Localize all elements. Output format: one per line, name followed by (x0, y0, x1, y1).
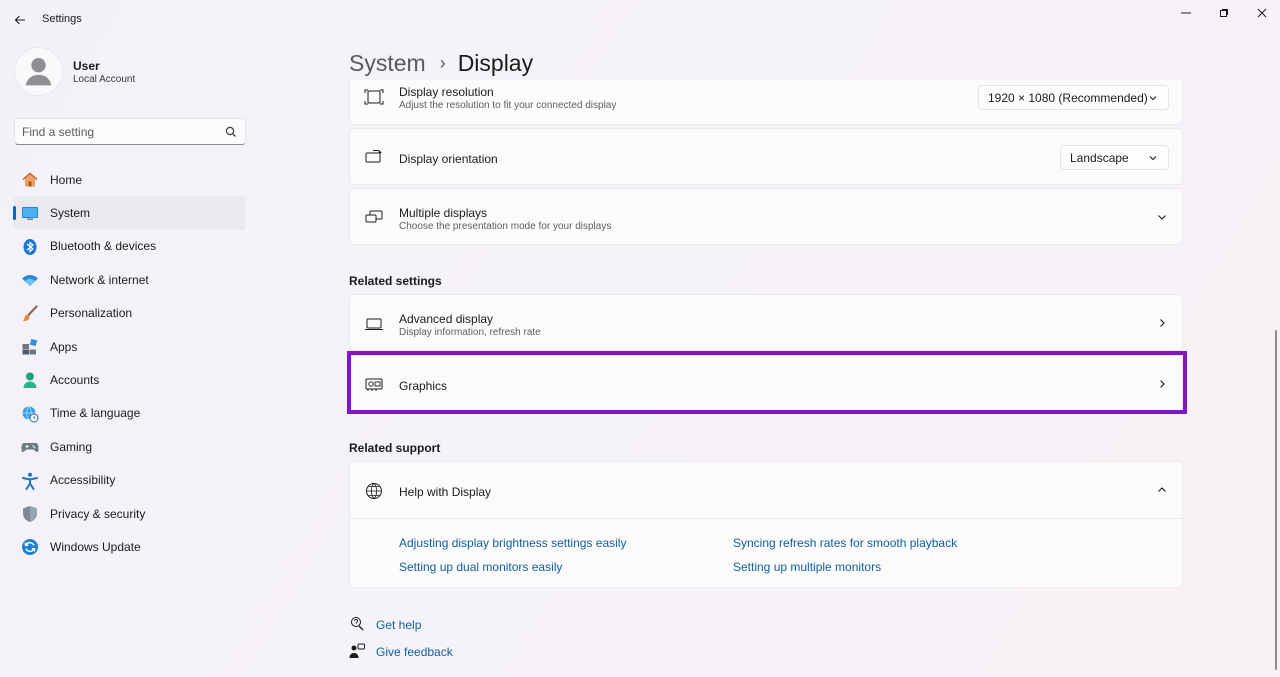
search-icon[interactable] (224, 125, 238, 139)
resolution-subtitle: Adjust the resolution to fit your connec… (399, 100, 617, 111)
resolution-dropdown[interactable]: 1920 × 1080 (Recommended) (978, 85, 1169, 110)
user-account-type: Local Account (73, 74, 136, 85)
sidebar-item-bluetooth[interactable]: Bluetooth & devices (14, 230, 246, 263)
sidebar-item-windows-update[interactable]: Windows Update (14, 530, 246, 563)
graphics-highlight-box (347, 351, 1187, 414)
gamepad-icon (21, 438, 39, 456)
sidebar-item-home[interactable]: Home (14, 163, 246, 196)
close-icon (1257, 8, 1267, 18)
globe-icon (364, 482, 384, 500)
sidebar-item-label: Gaming (50, 439, 93, 454)
chevron-down-icon (1149, 156, 1157, 161)
resolution-title: Display resolution (399, 85, 494, 99)
multiple-displays-icon (364, 208, 384, 226)
get-help-icon (349, 616, 365, 632)
sidebar-item-network[interactable]: Network & internet (14, 263, 246, 296)
breadcrumb-parent[interactable]: System (349, 50, 426, 77)
minimize-button[interactable] (1171, 4, 1201, 22)
bluetooth-icon (21, 238, 39, 256)
breadcrumb-separator: › (439, 52, 446, 73)
chevron-down-icon[interactable] (1156, 211, 1168, 223)
globe-clock-icon (21, 405, 39, 423)
related-support-heading: Related support (349, 441, 441, 455)
display-resolution-card: Display resolution Adjust the resolution… (349, 80, 1183, 125)
user-name: User (73, 59, 100, 73)
resolution-selected: 1920 × 1080 (Recommended) (988, 90, 1148, 105)
sidebar-item-label: Home (50, 172, 83, 187)
help-link-multiple-monitors[interactable]: Setting up multiple monitors (733, 560, 881, 574)
accounts-icon (21, 371, 39, 389)
resolution-icon (364, 88, 384, 106)
sidebar-item-label: Bluetooth & devices (50, 239, 157, 254)
sidebar-item-accessibility[interactable]: Accessibility (14, 464, 246, 497)
sidebar-item-label: Network & internet (50, 272, 149, 287)
home-icon (21, 171, 39, 189)
give-feedback-link[interactable]: Give feedback (376, 645, 453, 659)
minimize-icon (1181, 12, 1191, 14)
restore-button[interactable] (1209, 4, 1239, 22)
breadcrumb: System › Display (349, 48, 533, 78)
shield-icon (21, 505, 39, 523)
orientation-title: Display orientation (399, 152, 498, 166)
update-icon (21, 538, 39, 556)
display-orientation-card: Display orientation Landscape (349, 128, 1183, 185)
laptop-icon (364, 315, 384, 333)
orientation-selected: Landscape (1070, 150, 1129, 165)
help-link-refresh-rates[interactable]: Syncing refresh rates for smooth playbac… (733, 536, 957, 550)
apps-icon (21, 338, 39, 356)
sidebar-item-label: Personalization (50, 306, 133, 321)
chevron-right-icon (1156, 317, 1168, 329)
close-button[interactable] (1247, 4, 1277, 22)
chevron-down-icon (1149, 96, 1157, 101)
accessibility-icon (21, 472, 39, 490)
scrollbar[interactable] (1275, 330, 1277, 670)
multiple-displays-card[interactable]: Multiple displays Choose the presentatio… (349, 188, 1183, 245)
multiple-displays-title: Multiple displays (399, 206, 488, 220)
help-link-brightness[interactable]: Adjusting display brightness settings ea… (399, 536, 626, 550)
app-title: Settings (42, 13, 82, 25)
system-icon (21, 204, 39, 222)
sidebar-item-label: Time & language (50, 406, 141, 421)
back-button[interactable] (10, 10, 30, 30)
sidebar-item-time-language[interactable]: Time & language (14, 397, 246, 430)
sidebar-item-personalization[interactable]: Personalization (14, 297, 246, 330)
sidebar-nav: Home System Bluetooth & devices Network … (13, 163, 246, 564)
advanced-display-subtitle: Display information, refresh rate (399, 327, 541, 338)
sidebar-item-accounts[interactable]: Accounts (14, 363, 246, 396)
wifi-icon (21, 271, 39, 289)
advanced-display-card[interactable]: Advanced display Display information, re… (349, 294, 1183, 351)
multiple-displays-subtitle: Choose the presentation mode for your di… (399, 221, 612, 232)
chevron-up-icon[interactable] (1156, 484, 1168, 496)
give-feedback-icon (349, 643, 365, 659)
sidebar-item-system[interactable]: System (13, 196, 246, 230)
search-box (14, 118, 246, 145)
sidebar-item-label: System (50, 206, 91, 221)
get-help-link[interactable]: Get help (376, 618, 421, 632)
help-link-dual-monitors[interactable]: Setting up dual monitors easily (399, 560, 562, 574)
page-title: Display (457, 49, 534, 76)
help-with-display-title[interactable]: Help with Display (399, 485, 491, 499)
orientation-dropdown[interactable]: Landscape (1060, 145, 1169, 170)
related-settings-heading: Related settings (349, 274, 442, 288)
back-arrow-icon (14, 15, 25, 25)
advanced-display-title: Advanced display (399, 312, 494, 326)
restore-icon (1220, 9, 1228, 17)
search-input[interactable] (22, 119, 222, 144)
sidebar-item-label: Accounts (50, 373, 100, 388)
user-avatar-icon (25, 58, 52, 86)
sidebar-item-privacy-security[interactable]: Privacy & security (14, 497, 246, 530)
sidebar-item-label: Privacy & security (50, 506, 146, 521)
sidebar-item-gaming[interactable]: Gaming (14, 430, 246, 463)
sidebar-item-label: Apps (50, 339, 78, 354)
sidebar-item-label: Accessibility (50, 473, 116, 488)
avatar[interactable] (14, 47, 63, 96)
brush-icon (21, 304, 39, 323)
help-with-display-card: Help with Display Adjusting display brig… (349, 461, 1183, 588)
sidebar-item-apps[interactable]: Apps (14, 330, 246, 363)
title-bar: Settings (0, 0, 1280, 40)
divider (350, 518, 1182, 519)
orientation-icon (364, 148, 384, 166)
sidebar-item-label: Windows Update (50, 539, 141, 554)
